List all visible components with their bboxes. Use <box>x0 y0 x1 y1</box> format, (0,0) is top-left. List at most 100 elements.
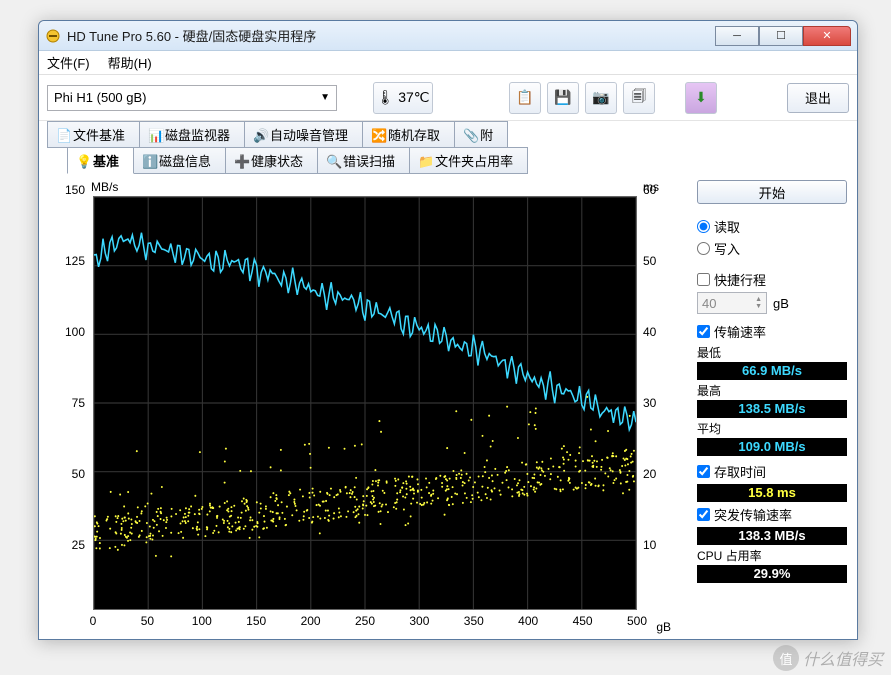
close-button[interactable]: ✕ <box>803 26 851 46</box>
window-title: HD Tune Pro 5.60 - 硬盘/固态硬盘实用程序 <box>67 26 715 45</box>
monitor-icon: 📊 <box>148 128 162 142</box>
access-value: 15.8 ms <box>697 484 847 502</box>
minimize-button[interactable]: ─ <box>715 26 759 46</box>
transfer-rate-check[interactable]: 传输速率 <box>697 322 847 341</box>
xtick: 150 <box>246 614 266 628</box>
side-panel: 开始 读取 写入 快捷行程 40▲▼ gB 传输速率 最低 66.9 MB/s … <box>697 180 847 634</box>
xtick: 250 <box>355 614 375 628</box>
read-radio[interactable]: 读取 <box>697 217 847 236</box>
app-window: HD Tune Pro 5.60 - 硬盘/固态硬盘实用程序 ─ ☐ ✕ 文件(… <box>38 20 858 640</box>
ytick-left: 150 <box>65 183 85 197</box>
access-time-check[interactable]: 存取时间 <box>697 462 847 481</box>
tab-file-benchmark[interactable]: 📄文件基准 <box>47 121 140 148</box>
save-icon: 💾 <box>554 89 571 106</box>
y-axis-right-ticks: 102030405060 <box>639 190 667 616</box>
maximize-button[interactable]: ☐ <box>759 26 803 46</box>
ytick-left: 100 <box>65 325 85 339</box>
copy-screenshot-button[interactable]: 🗐 <box>623 82 655 114</box>
bulb-icon: 💡 <box>76 154 90 168</box>
toolbar: Phi H1 (500 gB) ▼ 🌡 37℃ 📋 💾 📷 🗐 ⬇ 退出 <box>39 75 857 121</box>
ytick-left: 25 <box>72 538 85 552</box>
shortstroke-unit: gB <box>773 296 789 311</box>
extra-icon: 📎 <box>463 128 477 142</box>
cpu-value: 29.9% <box>697 565 847 583</box>
temperature-display: 🌡 37℃ <box>373 82 433 114</box>
xtick: 0 <box>90 614 97 628</box>
file-benchmark-icon: 📄 <box>56 128 70 142</box>
menu-help[interactable]: 帮助(H) <box>108 53 152 72</box>
tab-random-access[interactable]: 🔀随机存取 <box>362 121 455 148</box>
speaker-icon: 🔊 <box>253 128 267 142</box>
burst-value: 138.3 MB/s <box>697 527 847 545</box>
write-radio[interactable]: 写入 <box>697 239 847 258</box>
temperature-value: 37℃ <box>398 89 429 106</box>
info-icon: ℹ️ <box>142 154 156 168</box>
menu-file[interactable]: 文件(F) <box>47 53 90 72</box>
health-icon: ➕ <box>234 154 248 168</box>
menubar: 文件(F) 帮助(H) <box>39 51 857 75</box>
avg-value: 109.0 MB/s <box>697 438 847 456</box>
tab-extra[interactable]: 📎附 <box>454 121 508 148</box>
max-value: 138.5 MB/s <box>697 400 847 418</box>
tab-disk-monitor[interactable]: 📊磁盘监视器 <box>139 121 245 148</box>
ytick-left: 50 <box>72 467 85 481</box>
screenshot-button[interactable]: 📷 <box>585 82 617 114</box>
watermark-icon: 值 <box>773 645 799 671</box>
cpu-label: CPU 占用率 <box>697 547 847 564</box>
ytick-left: 125 <box>65 254 85 268</box>
xtick: 450 <box>573 614 593 628</box>
ytick-right: 50 <box>643 254 656 268</box>
drive-select[interactable]: Phi H1 (500 gB) ▼ <box>47 85 337 111</box>
tab-health[interactable]: ➕健康状态 <box>225 147 318 174</box>
ytick-right: 20 <box>643 467 656 481</box>
thermometer-icon: 🌡 <box>376 89 394 106</box>
tab-info[interactable]: ℹ️磁盘信息 <box>133 147 226 174</box>
camera-icon: 📷 <box>592 89 609 106</box>
tab-row-upper: 📄文件基准 📊磁盘监视器 🔊自动噪音管理 🔀随机存取 📎附 <box>39 121 857 148</box>
random-icon: 🔀 <box>371 128 385 142</box>
xtick: 300 <box>409 614 429 628</box>
tab-error-scan[interactable]: 🔍错误扫描 <box>317 147 410 174</box>
benchmark-chart <box>93 196 637 610</box>
save-button[interactable]: 💾 <box>547 82 579 114</box>
ytick-right: 60 <box>643 183 656 197</box>
tab-benchmark[interactable]: 💡基准 <box>67 147 134 174</box>
avg-label: 平均 <box>697 420 847 437</box>
search-icon: 🔍 <box>326 154 340 168</box>
shortstroke-check[interactable]: 快捷行程 <box>697 270 847 289</box>
x-axis-unit: gB <box>656 620 671 634</box>
app-icon <box>45 28 61 44</box>
xtick: 350 <box>464 614 484 628</box>
min-value: 66.9 MB/s <box>697 362 847 380</box>
chevron-down-icon: ▼ <box>320 92 330 103</box>
exit-button[interactable]: 退出 <box>787 83 849 113</box>
burst-check[interactable]: 突发传输速率 <box>697 505 847 524</box>
copy-info-button[interactable]: 📋 <box>509 82 541 114</box>
xtick: 400 <box>518 614 538 628</box>
tab-aam[interactable]: 🔊自动噪音管理 <box>244 121 363 148</box>
ytick-left: 75 <box>72 396 85 410</box>
arrow-down-icon: ⬇ <box>695 89 707 106</box>
titlebar[interactable]: HD Tune Pro 5.60 - 硬盘/固态硬盘实用程序 ─ ☐ ✕ <box>39 21 857 51</box>
ytick-right: 40 <box>643 325 656 339</box>
start-button[interactable]: 开始 <box>697 180 847 204</box>
y-axis-left-ticks: 255075100125150 <box>49 190 89 616</box>
xtick: 50 <box>141 614 154 628</box>
xtick: 500 <box>627 614 647 628</box>
xtick: 200 <box>301 614 321 628</box>
shortstroke-spinner[interactable]: 40▲▼ <box>697 292 767 314</box>
watermark: 值 什么值得买 <box>773 645 883 671</box>
clipboard-image-icon: 🗐 <box>632 86 646 110</box>
tab-folder-usage[interactable]: 📁文件夹占用率 <box>409 147 528 174</box>
chart-zone: MB/s ms 255075100125150 102030405060 050… <box>49 180 689 634</box>
body-area: MB/s ms 255075100125150 102030405060 050… <box>39 174 857 644</box>
options-button[interactable]: ⬇ <box>685 82 717 114</box>
ytick-right: 10 <box>643 538 656 552</box>
folder-icon: 📁 <box>418 154 432 168</box>
copy-icon: 📋 <box>516 89 533 106</box>
spinner-arrows-icon: ▲▼ <box>755 296 762 310</box>
min-label: 最低 <box>697 344 847 361</box>
ytick-right: 30 <box>643 396 656 410</box>
chart-svg <box>94 197 636 609</box>
max-label: 最高 <box>697 382 847 399</box>
